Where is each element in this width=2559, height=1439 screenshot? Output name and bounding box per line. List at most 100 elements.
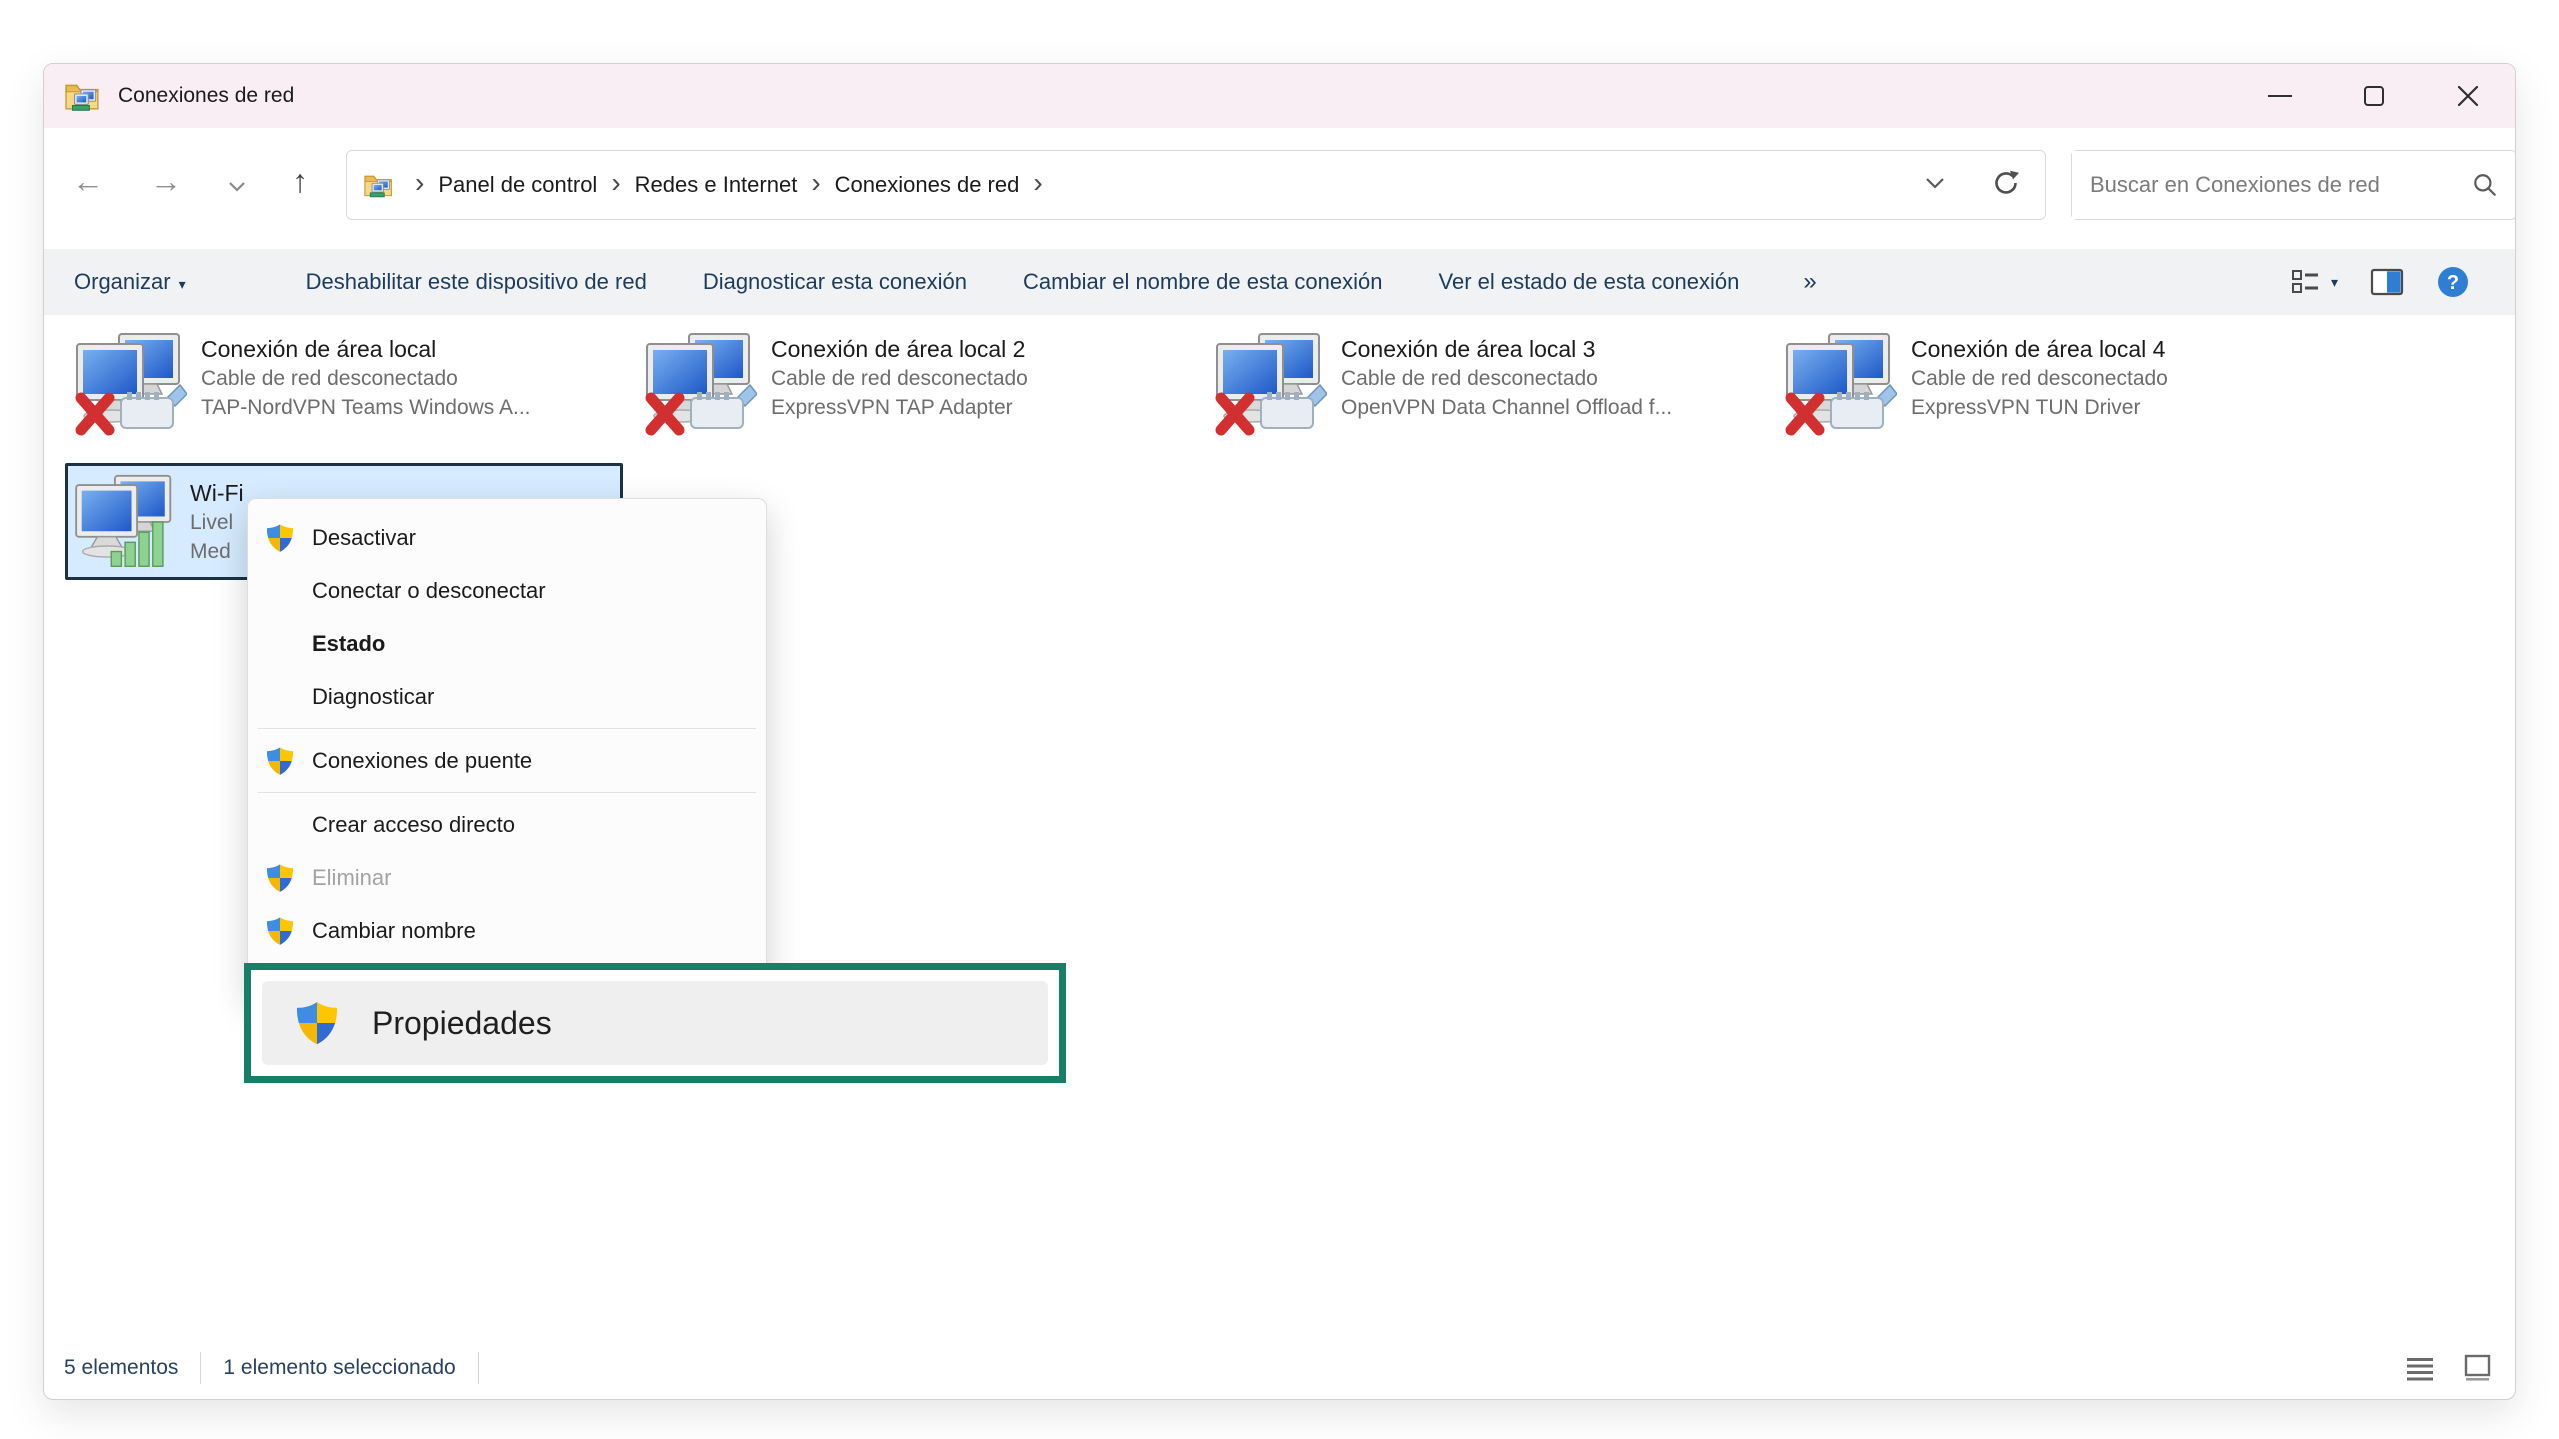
up-icon: ↑ <box>292 163 308 199</box>
uac-shield-icon <box>262 1000 372 1046</box>
connection-item-local-3[interactable]: Conexión de área local 3 Cable de red de… <box>1207 332 1763 464</box>
breadcrumb-redes-e-internet[interactable]: Redes e Internet <box>635 172 798 198</box>
wifi-connected-icon <box>74 474 178 570</box>
organize-label: Organizar <box>74 269 171 294</box>
up-button[interactable]: ↑ <box>292 165 308 197</box>
command-toolbar: Organizar ▾ Deshabilitar este dispositivo… <box>44 249 2515 315</box>
diagnose-connection-button[interactable]: Diagnosticar esta conexión <box>703 269 967 295</box>
lan-disconnected-icon <box>1215 332 1327 436</box>
address-location-icon <box>363 171 395 199</box>
uac-shield-icon <box>248 523 312 553</box>
uac-shield-icon <box>248 916 312 946</box>
status-divider <box>478 1352 479 1384</box>
menu-item-diagnosticar[interactable]: Diagnosticar <box>248 670 766 723</box>
connection-title: Conexión de área local 3 <box>1341 334 1672 364</box>
item-count: 5 elementos <box>64 1356 178 1380</box>
search-box <box>2071 150 2516 220</box>
address-dropdown-button[interactable] <box>1925 176 1945 194</box>
connection-status: Livel <box>190 508 244 537</box>
lan-disconnected-icon <box>75 332 187 436</box>
menu-item-conectar-o-desconectar[interactable]: Conectar o desconectar <box>248 564 766 617</box>
navigation-bar: ← → ↑ › Panel de control › Redes e Inter… <box>44 128 2515 234</box>
connection-status: Cable de red desconectado <box>1911 364 2168 393</box>
status-bar: 5 elementos 1 elemento seleccionado <box>44 1343 2515 1399</box>
organize-menu-button[interactable]: Organizar ▾ <box>74 269 186 295</box>
large-icons-view-button[interactable] <box>2463 1354 2493 1382</box>
menu-item-conexiones-de-puente[interactable]: Conexiones de puente <box>248 734 766 787</box>
toolbar-overflow-button[interactable]: » <box>1803 268 1816 296</box>
refresh-button[interactable] <box>1991 168 2021 203</box>
status-divider <box>200 1352 201 1384</box>
forward-icon: → <box>150 163 182 199</box>
menu-item-cambiar-nombre[interactable]: Cambiar nombre <box>248 904 766 957</box>
help-button[interactable]: ? <box>2436 265 2470 299</box>
help-icon: ? <box>2436 265 2470 299</box>
connection-device: Med <box>190 537 244 566</box>
caret-down-icon: ▾ <box>2331 274 2338 291</box>
breadcrumb-conexiones-de-red[interactable]: Conexiones de red <box>835 172 1020 198</box>
preview-pane-button[interactable] <box>2370 268 2404 296</box>
menu-item-desactivar[interactable]: Desactivar <box>248 511 766 564</box>
network-connections-window: Conexiones de red ← → ↑ › Panel de contr… <box>43 63 2516 1400</box>
forward-button[interactable]: → <box>150 165 182 197</box>
connection-device: TAP-NordVPN Teams Windows A... <box>201 393 531 422</box>
refresh-icon <box>1991 168 2021 198</box>
lan-disconnected-icon <box>645 332 757 436</box>
connection-item-local-1[interactable]: Conexión de área local Cable de red desc… <box>67 332 623 464</box>
search-input[interactable] <box>2072 151 2472 219</box>
minimize-icon <box>2268 95 2292 97</box>
connection-device: OpenVPN Data Channel Offload f... <box>1341 393 1672 422</box>
connection-status: Cable de red desconectado <box>1341 364 1672 393</box>
maximize-button[interactable] <box>2327 64 2421 128</box>
view-connection-status-button[interactable]: Ver el estado de esta conexión <box>1439 269 1740 295</box>
uac-shield-icon <box>248 746 312 776</box>
back-icon: ← <box>72 163 104 199</box>
menu-item-estado[interactable]: Estado <box>248 617 766 670</box>
menu-item-eliminar: Eliminar <box>248 851 766 904</box>
chevron-down-icon <box>1925 177 1945 189</box>
annotation-highlight-box: Propiedades <box>244 963 1066 1083</box>
connection-title: Conexión de área local 2 <box>771 334 1028 364</box>
minimize-button[interactable] <box>2233 64 2327 128</box>
close-icon <box>2457 85 2479 107</box>
connection-status: Cable de red desconectado <box>201 364 531 393</box>
chevron-down-icon <box>228 181 246 192</box>
window-controls <box>2233 64 2515 128</box>
address-bar[interactable]: › Panel de control › Redes e Internet › … <box>346 150 2046 220</box>
close-button[interactable] <box>2421 64 2515 128</box>
large-icons-view-icon <box>2463 1354 2493 1382</box>
change-view-button[interactable]: ▾ <box>2291 268 2338 296</box>
caret-down-icon: ▾ <box>179 276 186 292</box>
menu-separator <box>248 723 766 734</box>
breadcrumb-chevron-icon[interactable]: › <box>597 167 634 203</box>
menu-item-propiedades[interactable]: Propiedades <box>262 981 1048 1065</box>
disable-device-button[interactable]: Deshabilitar este dispositivo de red <box>306 269 647 295</box>
connection-item-local-2[interactable]: Conexión de área local 2 Cable de red de… <box>637 332 1193 464</box>
connection-item-local-4[interactable]: Conexión de área local 4 Cable de red de… <box>1777 332 2333 464</box>
connection-device: ExpressVPN TAP Adapter <box>771 393 1028 422</box>
list-view-icon <box>2291 268 2323 296</box>
svg-text:?: ? <box>2447 272 2459 294</box>
connection-title: Wi-Fi <box>190 478 244 508</box>
breadcrumb-chevron-icon[interactable]: › <box>401 167 438 203</box>
details-view-button[interactable] <box>2405 1355 2435 1381</box>
network-folder-icon <box>64 79 102 113</box>
maximize-icon <box>2364 86 2384 106</box>
uac-shield-icon <box>248 863 312 893</box>
window-title: Conexiones de red <box>118 84 294 108</box>
details-view-icon <box>2405 1355 2435 1381</box>
selected-count: 1 elemento seleccionado <box>223 1356 455 1380</box>
rename-connection-button[interactable]: Cambiar el nombre de esta conexión <box>1023 269 1383 295</box>
menu-item-crear-acceso-directo[interactable]: Crear acceso directo <box>248 798 766 851</box>
context-menu: Desactivar Conectar o desconectar Estado… <box>247 498 767 998</box>
menu-separator <box>248 787 766 798</box>
back-button[interactable]: ← <box>72 165 104 197</box>
search-icon[interactable] <box>2472 172 2498 198</box>
recent-locations-button[interactable] <box>228 165 246 197</box>
lan-disconnected-icon <box>1785 332 1897 436</box>
breadcrumb-chevron-icon[interactable]: › <box>797 167 834 203</box>
connection-title: Conexión de área local <box>201 334 531 364</box>
breadcrumb-panel-de-control[interactable]: Panel de control <box>438 172 597 198</box>
connection-title: Conexión de área local 4 <box>1911 334 2168 364</box>
breadcrumb-chevron-icon[interactable]: › <box>1019 167 1056 203</box>
